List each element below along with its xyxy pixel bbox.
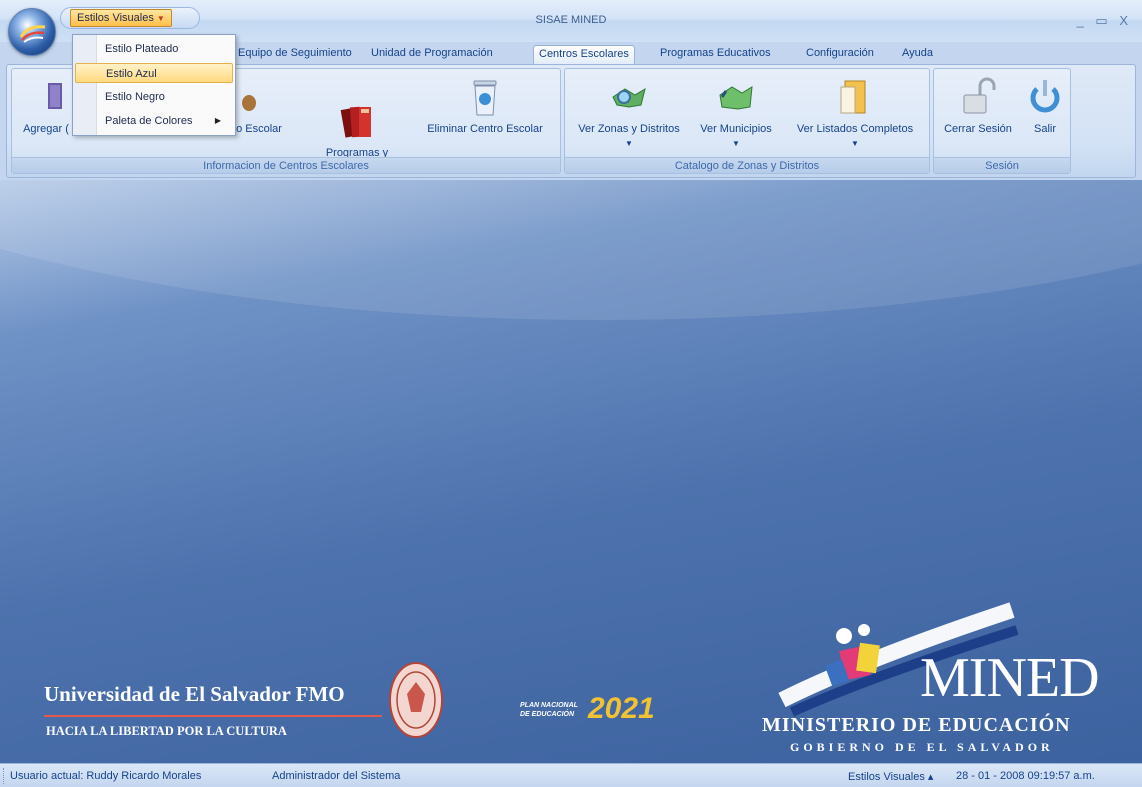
status-bar: Usuario actual: Ruddy Ricardo Morales Ad…: [0, 763, 1142, 787]
menu-item-estilo-negro[interactable]: Estilo Negro: [75, 87, 233, 107]
plan-text-line-2: DE EDUCACIÓN: [520, 711, 575, 718]
window-controls[interactable]: _ ▭ X: [1077, 13, 1132, 29]
ver-municipios-label: Ver Municipios: [700, 123, 772, 135]
background-sheen: [0, 180, 1142, 320]
eliminar-centro-button[interactable]: Eliminar Centro Escolar: [420, 77, 550, 135]
tab-centros-escolares[interactable]: Centros Escolares: [533, 45, 635, 64]
status-estilos-visuales[interactable]: Estilos Visuales ▴: [848, 770, 933, 783]
paleta-colores-label: Paleta de Colores: [105, 115, 193, 127]
tab-programas-educativos[interactable]: Programas Educativos: [655, 45, 776, 64]
chevron-right-icon: ▶: [214, 116, 221, 125]
cerrar-sesion-button[interactable]: Cerrar Sesión: [938, 77, 1018, 135]
ver-zonas-label: Ver Zonas y Distritos: [578, 123, 680, 135]
window-title: SISAE MINED: [535, 14, 607, 26]
group-catalogo-zonas: Ver Zonas y Distritos ▼ Ver Municipios ▼…: [564, 68, 930, 174]
status-role: Administrador del Sistema: [272, 770, 401, 782]
plan-logo-text: 2021: [587, 692, 655, 724]
folder-icon: [835, 77, 875, 117]
menu-item-paleta-colores[interactable]: Paleta de Colores ▶: [75, 111, 233, 131]
ues-title: Universidad de El Salvador FMO: [44, 682, 345, 706]
workspace: Universidad de El Salvador FMO HACIA LA …: [0, 180, 1142, 763]
mined-wordmark: MINED: [920, 647, 1100, 709]
ver-listados-label: Ver Listados Completos: [796, 123, 914, 135]
ver-municipios-button[interactable]: Ver Municipios ▼: [693, 77, 779, 150]
map-search-icon: [609, 77, 649, 117]
ver-listados-button[interactable]: Ver Listados Completos ▼: [785, 77, 925, 150]
mined-ministry: MINISTERIO DE EDUCACIÓN: [762, 714, 1071, 736]
chevron-down-icon: ▼: [625, 139, 633, 148]
tab-ayuda[interactable]: Ayuda: [897, 45, 938, 64]
group-label-sesion: Sesión: [934, 157, 1070, 173]
tab-unidad-programacion[interactable]: Unidad de Programación: [366, 45, 498, 64]
plan-text-line-1: PLAN NACIONAL: [520, 702, 578, 709]
tab-equipo-seguimiento[interactable]: Equipo de Seguimiento: [233, 45, 357, 64]
mined-government: GOBIERNO DE EL SALVADOR: [790, 740, 1054, 754]
ues-motto: HACIA LA LIBERTAD POR LA CULTURA: [46, 724, 287, 738]
agregar-label: Agregar (: [23, 123, 69, 135]
map-icon: [716, 77, 756, 117]
add-school-icon: [26, 77, 66, 117]
agregar-centro-button[interactable]: Agregar (: [16, 77, 76, 135]
app-logo-icon: [20, 25, 46, 43]
group-sesion: Cerrar Sesión Salir Sesión: [933, 68, 1071, 174]
eliminar-centro-label: Eliminar Centro Escolar: [427, 123, 543, 135]
salir-label: Salir: [1033, 123, 1056, 135]
power-icon: [1025, 77, 1065, 117]
divider: [44, 715, 382, 717]
tab-configuracion[interactable]: Configuración: [801, 45, 879, 64]
menu-item-estilo-plateado[interactable]: Estilo Plateado: [75, 39, 233, 59]
recycle-bin-icon: [465, 77, 505, 117]
estilos-visuales-menu: Estilo Plateado Estilo Azul Estilo Negro…: [72, 34, 236, 136]
school-icon: [239, 77, 279, 117]
centro-escolar-label: o Escolar: [236, 123, 282, 135]
menu-item-estilo-azul[interactable]: Estilo Azul: [75, 63, 233, 83]
padlock-icon: [958, 77, 998, 117]
status-user: Usuario actual: Ruddy Ricardo Morales: [10, 770, 202, 782]
chevron-down-icon: ▼: [732, 139, 740, 148]
group-label-informacion: Informacion de Centros Escolares: [12, 157, 560, 173]
salir-button[interactable]: Salir: [1022, 77, 1068, 135]
ver-zonas-distritos-button[interactable]: Ver Zonas y Distritos ▼: [569, 77, 689, 150]
status-datetime: 28 - 01 - 2008 09:19:57 a.m.: [956, 770, 1095, 782]
chevron-down-icon: ▼: [851, 139, 859, 148]
plan-2021-logo-icon: 2021: [587, 692, 655, 724]
application-orb-button[interactable]: [8, 8, 56, 56]
group-label-catalogo: Catalogo de Zonas y Distritos: [565, 157, 929, 173]
status-grip: [3, 768, 6, 784]
plan-nacional-text: PLAN NACIONAL DE EDUCACIÓN: [520, 701, 578, 719]
books-icon: [337, 89, 377, 138]
university-seal-icon: [389, 662, 443, 738]
cerrar-sesion-label: Cerrar Sesión: [944, 123, 1012, 135]
